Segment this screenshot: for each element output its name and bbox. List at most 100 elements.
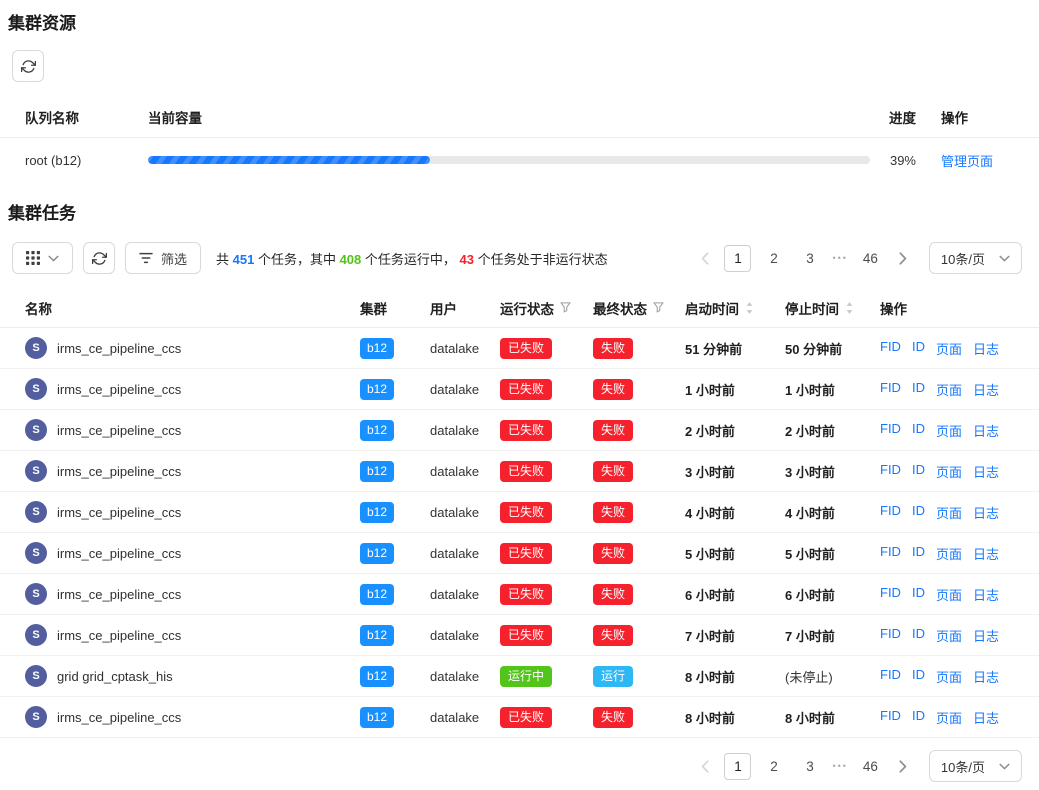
- id-link[interactable]: ID: [912, 380, 925, 399]
- id-link[interactable]: ID: [912, 503, 925, 522]
- id-link[interactable]: ID: [912, 667, 925, 686]
- fid-link[interactable]: FID: [880, 708, 901, 727]
- task-row: S irms_ce_pipeline_ccs b12 datalake 已失败 …: [0, 574, 1039, 615]
- capacity-progressbar: [148, 156, 870, 164]
- manage-page-link[interactable]: 管理页面: [941, 154, 993, 169]
- task-name: irms_ce_pipeline_ccs: [57, 546, 181, 561]
- page-link[interactable]: 页面: [936, 544, 962, 563]
- fid-link[interactable]: FID: [880, 462, 901, 481]
- pagination-ellipsis[interactable]: •••: [832, 253, 847, 263]
- page-link[interactable]: 页面: [936, 503, 962, 522]
- id-link[interactable]: ID: [912, 462, 925, 481]
- sorter-icon[interactable]: [845, 301, 854, 315]
- columns-dropdown-button[interactable]: [12, 242, 73, 274]
- fid-link[interactable]: FID: [880, 421, 901, 440]
- page-button-2[interactable]: 2: [760, 753, 787, 780]
- task-user: datalake: [430, 464, 500, 479]
- id-link[interactable]: ID: [912, 626, 925, 645]
- task-avatar: S: [25, 665, 47, 687]
- cluster-badge: b12: [360, 461, 394, 482]
- id-link[interactable]: ID: [912, 544, 925, 563]
- log-link[interactable]: 日志: [973, 585, 999, 604]
- column-header-stop-time: 停止时间: [785, 298, 880, 318]
- refresh-icon: [92, 251, 107, 266]
- page-button-3[interactable]: 3: [796, 245, 823, 272]
- next-page-button[interactable]: [893, 245, 913, 271]
- task-name: irms_ce_pipeline_ccs: [57, 710, 181, 725]
- page-link[interactable]: 页面: [936, 626, 962, 645]
- page-link[interactable]: 页面: [936, 462, 962, 481]
- page-size-select[interactable]: 10条/页: [929, 750, 1022, 782]
- page-size-value: 10条/页: [941, 249, 985, 268]
- start-time: 3 小时前: [685, 462, 785, 481]
- fid-link[interactable]: FID: [880, 626, 901, 645]
- page-link[interactable]: 页面: [936, 667, 962, 686]
- id-link[interactable]: ID: [912, 708, 925, 727]
- task-user: datalake: [430, 669, 500, 684]
- log-link[interactable]: 日志: [973, 339, 999, 358]
- prev-page-button[interactable]: [695, 245, 715, 271]
- summary-text: 个任务处于非运行状态: [474, 252, 608, 267]
- cluster-badge: b12: [360, 707, 394, 728]
- id-link[interactable]: ID: [912, 339, 925, 358]
- sorter-icon[interactable]: [745, 301, 754, 315]
- log-link[interactable]: 日志: [973, 503, 999, 522]
- run-status-badge: 已失败: [500, 584, 552, 605]
- page-link[interactable]: 页面: [936, 339, 962, 358]
- page-link[interactable]: 页面: [936, 708, 962, 727]
- pagination-ellipsis[interactable]: •••: [832, 761, 847, 771]
- progress-value: 39%: [870, 153, 916, 168]
- fid-link[interactable]: FID: [880, 544, 901, 563]
- task-user: datalake: [430, 710, 500, 725]
- start-time: 8 小时前: [685, 667, 785, 686]
- task-avatar: S: [25, 583, 47, 605]
- filter-button[interactable]: 筛选: [125, 242, 201, 274]
- tasks-toolbar: 筛选 共 451 个任务，其中 408 个任务运行中， 43 个任务处于非运行状…: [12, 242, 1022, 274]
- run-status-badge: 已失败: [500, 625, 552, 646]
- prev-page-button[interactable]: [695, 753, 715, 779]
- page-button-last[interactable]: 46: [857, 245, 884, 272]
- page-button-1[interactable]: 1: [724, 245, 751, 272]
- summary-text: 个任务，其中: [254, 252, 339, 267]
- id-link[interactable]: ID: [912, 585, 925, 604]
- page-link[interactable]: 页面: [936, 585, 962, 604]
- log-link[interactable]: 日志: [973, 544, 999, 563]
- stop-time: (未停止): [785, 667, 880, 686]
- page-button-1[interactable]: 1: [724, 753, 751, 780]
- fid-link[interactable]: FID: [880, 585, 901, 604]
- page-link[interactable]: 页面: [936, 380, 962, 399]
- next-page-button[interactable]: [893, 753, 913, 779]
- page-link[interactable]: 页面: [936, 421, 962, 440]
- stop-time: 6 小时前: [785, 585, 880, 604]
- log-link[interactable]: 日志: [973, 667, 999, 686]
- log-link[interactable]: 日志: [973, 380, 999, 399]
- fid-link[interactable]: FID: [880, 503, 901, 522]
- log-link[interactable]: 日志: [973, 708, 999, 727]
- log-link[interactable]: 日志: [973, 626, 999, 645]
- fid-link[interactable]: FID: [880, 667, 901, 686]
- task-avatar: S: [25, 460, 47, 482]
- id-link[interactable]: ID: [912, 421, 925, 440]
- resources-section-title: 集群资源: [8, 14, 1031, 34]
- fid-link[interactable]: FID: [880, 380, 901, 399]
- page-size-select[interactable]: 10条/页: [929, 242, 1022, 274]
- stop-time: 5 小时前: [785, 544, 880, 563]
- chevron-right-icon: [899, 252, 907, 265]
- page-button-2[interactable]: 2: [760, 245, 787, 272]
- task-avatar: S: [25, 624, 47, 646]
- page-button-last[interactable]: 46: [857, 753, 884, 780]
- task-name: grid grid_cptask_his: [57, 669, 173, 684]
- log-link[interactable]: 日志: [973, 421, 999, 440]
- page-button-3[interactable]: 3: [796, 753, 823, 780]
- task-name: irms_ce_pipeline_ccs: [57, 423, 181, 438]
- filter-funnel-icon[interactable]: [560, 302, 571, 313]
- resources-refresh-button[interactable]: [12, 50, 44, 82]
- task-avatar: S: [25, 378, 47, 400]
- resources-table: 队列名称 当前容量 进度 操作 root (b12) 39% 管理页面: [0, 96, 1039, 182]
- filter-funnel-icon[interactable]: [653, 302, 664, 313]
- start-time: 6 小时前: [685, 585, 785, 604]
- tasks-refresh-button[interactable]: [83, 242, 115, 274]
- fid-link[interactable]: FID: [880, 339, 901, 358]
- filter-lines-icon: [139, 252, 153, 264]
- log-link[interactable]: 日志: [973, 462, 999, 481]
